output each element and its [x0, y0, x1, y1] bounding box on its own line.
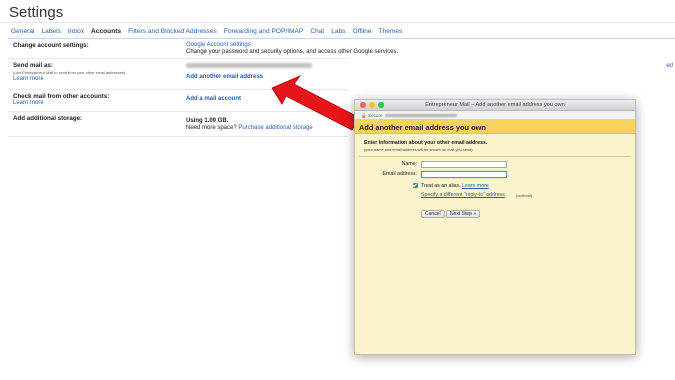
alias-text: Treat as an alias.: [421, 183, 461, 189]
optional-note: (optional): [516, 193, 533, 198]
tabs-divider: [8, 38, 675, 39]
tab-offline[interactable]: Offline: [353, 28, 372, 35]
tab-inbox[interactable]: Inbox: [68, 28, 84, 35]
edit-info-link[interactable]: ed: [666, 63, 673, 69]
tab-accounts[interactable]: Accounts: [91, 28, 121, 35]
reply-to-link[interactable]: Specify a different "reply-to" address: [421, 192, 505, 198]
page-title: Settings: [9, 4, 64, 21]
instructions-divider: [359, 156, 631, 157]
tab-labels[interactable]: Labels: [41, 28, 60, 35]
send-mail-label: Send mail as:: [13, 62, 53, 69]
add-email-dialog: Entrepreneur Mail – Add another email ad…: [354, 99, 636, 355]
settings-tabs: General Labels Inbox Accounts Filters an…: [11, 28, 402, 35]
storage-label: Add additional storage:: [13, 115, 83, 122]
alias-option: Treat as an alias. Learn more: [421, 183, 489, 189]
need-more-text: Need more space?: [186, 125, 237, 131]
check-mail-learn-more-link[interactable]: Learn more: [13, 100, 44, 106]
red-arrow-icon: [271, 75, 361, 131]
tab-forwarding[interactable]: Forwarding and POP/IMAP: [224, 28, 304, 35]
email-field[interactable]: [421, 171, 507, 178]
storage-usage: Using 1.09 GB.: [186, 118, 229, 124]
dialog-header-title: Add another email address you own: [359, 123, 486, 132]
add-mail-account-link[interactable]: Add a mail account: [186, 96, 241, 102]
change-account-description: Change your password and security option…: [186, 49, 399, 55]
secure-text: Secure: [368, 112, 383, 118]
dialog-titlebar[interactable]: Entrepreneur Mail – Add another email ad…: [355, 100, 635, 111]
instructions-subtitle: (your name and email address will be sho…: [364, 147, 473, 152]
row-divider: [8, 136, 348, 137]
change-account-label: Change account settings:: [13, 42, 89, 49]
dialog-header: Add another email address you own: [355, 120, 635, 134]
checkbox-checked-icon[interactable]: [413, 183, 418, 188]
google-account-settings-link[interactable]: Google Account settings: [186, 42, 251, 48]
send-mail-note: (Use Entrepreneur Mail to send from your…: [13, 70, 126, 75]
instructions-box: Enter information about your other email…: [359, 137, 631, 155]
name-field[interactable]: [421, 161, 507, 168]
address-bar[interactable]: 🔒 Secure: [355, 111, 635, 120]
header-divider: [0, 22, 675, 23]
next-step-button[interactable]: Next Step »: [446, 210, 481, 218]
add-another-email-link[interactable]: Add another email address: [186, 74, 263, 80]
send-mail-learn-more-link[interactable]: Learn more: [13, 76, 44, 82]
tab-general[interactable]: General: [11, 28, 34, 35]
tab-labs[interactable]: Labs: [331, 28, 345, 35]
tab-themes[interactable]: Themes: [379, 28, 403, 35]
blurred-email-address: [186, 63, 312, 68]
alias-learn-more-link[interactable]: Learn more: [462, 183, 489, 189]
secure-label: 🔒 Secure: [361, 112, 383, 118]
check-mail-label: Check mail from other accounts:: [13, 93, 110, 100]
cancel-button[interactable]: Cancel: [421, 210, 445, 218]
tab-chat[interactable]: Chat: [310, 28, 324, 35]
row-divider: [8, 58, 348, 59]
blurred-url: [385, 114, 457, 117]
email-label: Email address:: [382, 171, 417, 177]
tab-filters[interactable]: Filters and Blocked Addresses: [128, 28, 217, 35]
name-label: Name:: [401, 161, 417, 167]
instructions-title: Enter information about your other email…: [364, 140, 488, 146]
dialog-window-title: Entrepreneur Mail – Add another email ad…: [425, 102, 565, 108]
